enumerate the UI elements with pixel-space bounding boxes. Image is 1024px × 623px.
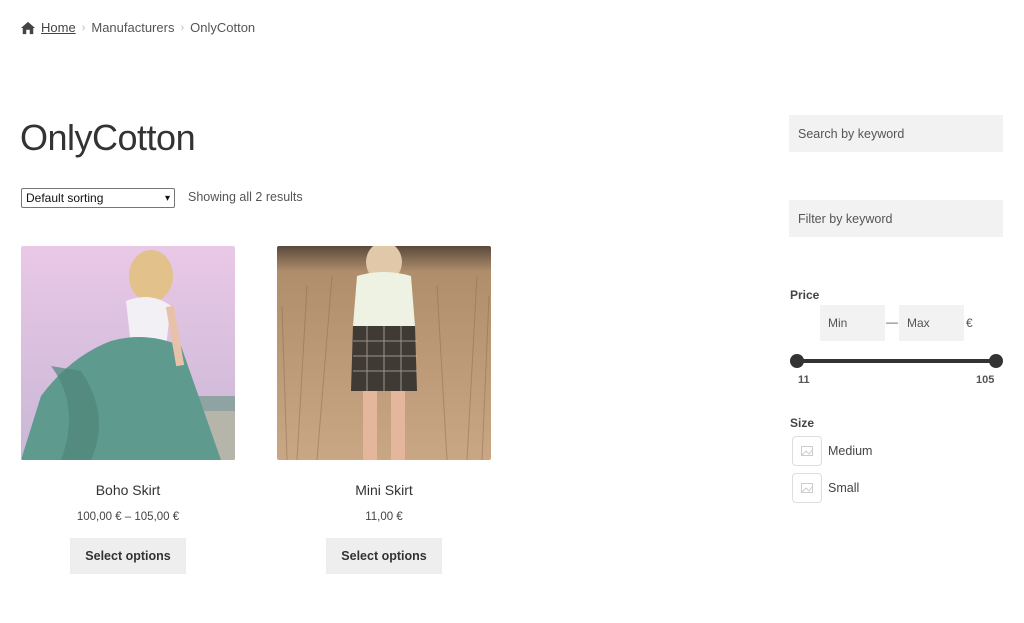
search-input[interactable]: Search by keyword [789,115,1003,152]
breadcrumb-separator-icon: › [81,21,86,34]
price-range-max-value: 105 [976,374,995,386]
page-title: OnlyCotton [20,117,196,158]
image-placeholder-icon [792,436,822,466]
size-option-label: Small [828,481,860,495]
breadcrumb-current: OnlyCotton [190,20,256,35]
image-placeholder-icon [792,473,822,503]
price-slider-min-handle[interactable] [790,354,804,368]
breadcrumb-separator-icon: › [180,21,185,34]
product-name[interactable]: Mini Skirt [277,482,491,498]
product-price: 11,00 € [365,511,403,523]
size-option-medium[interactable]: Medium [792,436,872,466]
currency-symbol: € [966,316,973,330]
size-filter-label: Size [790,416,815,430]
price-min-input[interactable]: Min [820,305,885,341]
product-card: Boho Skirt 100,00 € – 105,00 € Select op… [21,246,235,574]
breadcrumb: Home › Manufacturers › OnlyCotton [21,20,255,35]
sorting-selected-label: Default sorting [26,191,104,205]
sorting-select[interactable]: Default sorting ▾ [21,188,175,208]
home-icon [21,21,35,34]
price-range-min-value: 11 [798,374,810,386]
price-filter-label: Price [790,288,820,302]
breadcrumb-manufacturers: Manufacturers [91,20,175,35]
size-option-label: Medium [828,444,873,458]
product-image[interactable] [21,246,235,460]
product-name[interactable]: Boho Skirt [21,482,235,498]
select-options-button[interactable]: Select options [70,538,186,574]
size-option-small[interactable]: Small [792,473,859,503]
price-range-dash: — [886,315,898,329]
result-count: Showing all 2 results [188,190,303,204]
product-image[interactable] [277,246,491,460]
filter-keyword-input[interactable]: Filter by keyword [789,200,1003,237]
chevron-down-icon: ▾ [164,192,170,204]
breadcrumb-home-link[interactable]: Home [41,20,76,35]
product-card: Mini Skirt 11,00 € Select options [277,246,491,574]
price-slider-max-handle[interactable] [989,354,1003,368]
price-slider-track[interactable] [797,359,996,363]
product-price: 100,00 € – 105,00 € [76,511,180,523]
price-max-input[interactable]: Max [899,305,964,341]
select-options-button[interactable]: Select options [326,538,442,574]
